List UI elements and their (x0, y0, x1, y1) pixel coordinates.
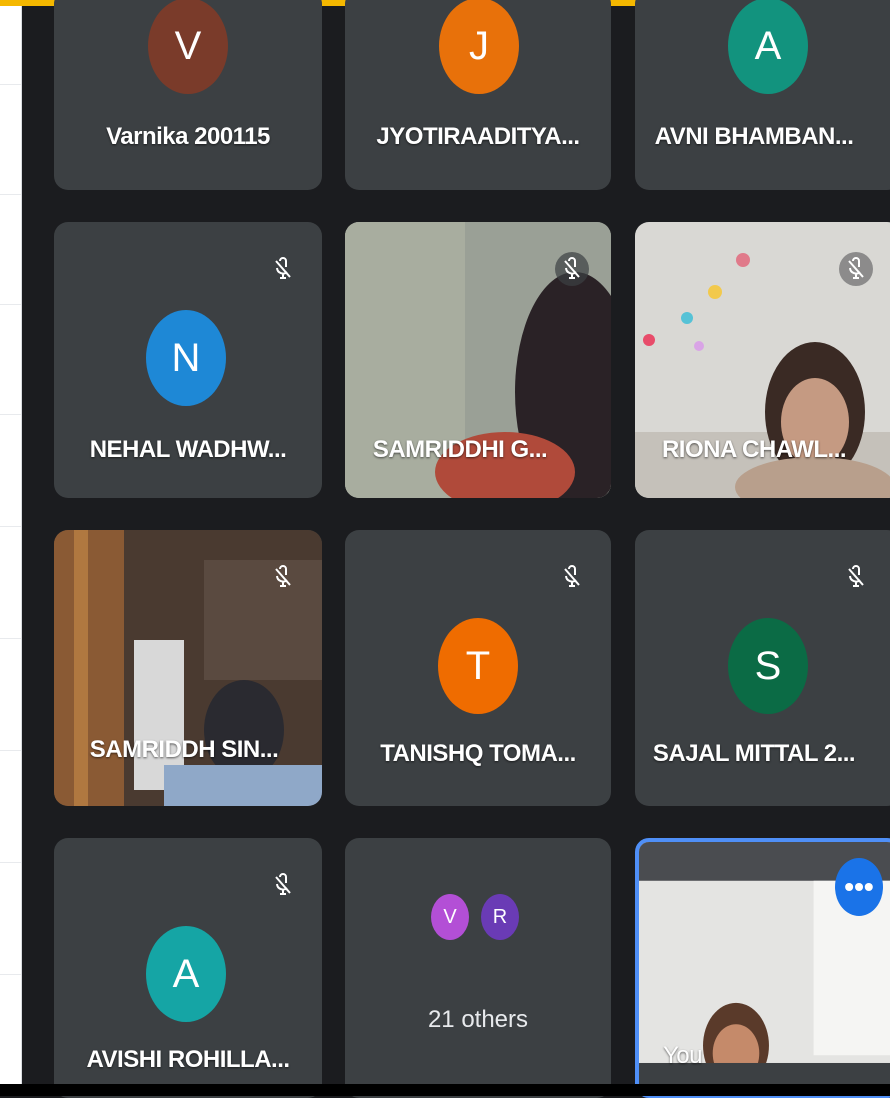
others-tile[interactable]: V R 21 others (345, 838, 611, 1098)
participant-tile[interactable]: A AVNI BHAMBAN... (635, 0, 890, 190)
mic-off-icon (555, 252, 589, 286)
participant-avatar: A (728, 0, 808, 94)
participant-avatar: J (439, 0, 519, 94)
self-label: You (663, 1042, 703, 1069)
participant-name: Varnika 200115 (106, 123, 270, 150)
mic-off-icon (266, 868, 300, 902)
mic-off-icon (839, 252, 873, 286)
participant-grid: V Varnika 200115 J JYOTIRAADITYA... A AV… (0, 0, 890, 1098)
more-horiz-icon[interactable]: ••• (835, 858, 883, 916)
participant-name: RIONA CHAWL... (661, 436, 847, 463)
participant-tile[interactable]: T TANISHQ TOMA... (345, 530, 611, 806)
mic-off-icon (839, 560, 873, 594)
self-tile[interactable]: You ••• (635, 838, 890, 1098)
mic-off-icon (266, 560, 300, 594)
participant-name: JYOTIRAADITYA... (376, 123, 580, 150)
bottom-edge (0, 1084, 890, 1096)
mic-off-icon (555, 560, 589, 594)
participant-avatar: V (148, 0, 228, 94)
participant-name: AVISHI ROHILLA... (86, 1046, 290, 1073)
participant-video-tile[interactable]: SAMRIDDHI G... (345, 222, 611, 498)
mic-off-icon (266, 252, 300, 286)
participant-name: TANISHQ TOMA... (380, 740, 576, 767)
participant-name: NEHAL WADHW... (89, 436, 287, 463)
participant-name: SAJAL MITTAL 2... (652, 740, 856, 767)
participant-tile[interactable]: N NEHAL WADHW... (54, 222, 322, 498)
participant-tile[interactable]: A AVISHI ROHILLA... (54, 838, 322, 1098)
participant-avatar: S (728, 618, 808, 714)
participant-avatar: A (146, 926, 226, 1022)
participant-tile[interactable]: V Varnika 200115 (54, 0, 322, 190)
participant-tile[interactable]: S SAJAL MITTAL 2... (635, 530, 890, 806)
participant-name: SAMRIDDH SIN... (89, 736, 279, 763)
participant-avatar: N (146, 310, 226, 406)
participant-tile[interactable]: J JYOTIRAADITYA... (345, 0, 611, 190)
others-avatar: R (481, 894, 519, 940)
participant-name: AVNI BHAMBAN... (654, 123, 854, 150)
participant-video-tile[interactable]: RIONA CHAWL... (635, 222, 890, 498)
participant-name: SAMRIDDHI G... (372, 436, 548, 463)
participant-avatar: T (438, 618, 518, 714)
others-avatar: V (431, 894, 469, 940)
participant-video-tile[interactable]: SAMRIDDH SIN... (54, 530, 322, 806)
others-count-label: 21 others (427, 1006, 529, 1033)
